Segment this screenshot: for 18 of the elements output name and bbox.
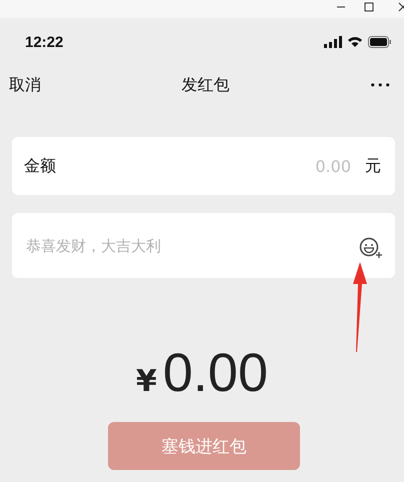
cancel-link[interactable]: 取消 [9,74,41,96]
greeting-input[interactable]: 恭喜发财，大吉大利 [24,236,359,256]
emoji-add-icon[interactable] [359,236,383,258]
greeting-field[interactable]: 恭喜发财，大吉大利 [12,213,395,278]
battery-icon [368,36,392,48]
amount-input[interactable]: 0.00 [56,156,353,176]
wifi-icon [347,36,363,48]
unit-label: 元 [365,156,381,176]
amount-label: 金额 [24,156,56,176]
amount-field[interactable]: 金额 0.00 元 [12,137,395,195]
status-time: 12:22 [25,34,64,50]
total-amount: 0.00 [162,342,268,404]
more-button[interactable]: ••• [370,78,392,92]
page-title: 发红包 [181,74,230,96]
close-icon[interactable] [398,2,404,12]
signal-icon [324,36,342,48]
currency-symbol: ¥ [136,364,157,399]
maximize-icon[interactable] [364,2,374,12]
